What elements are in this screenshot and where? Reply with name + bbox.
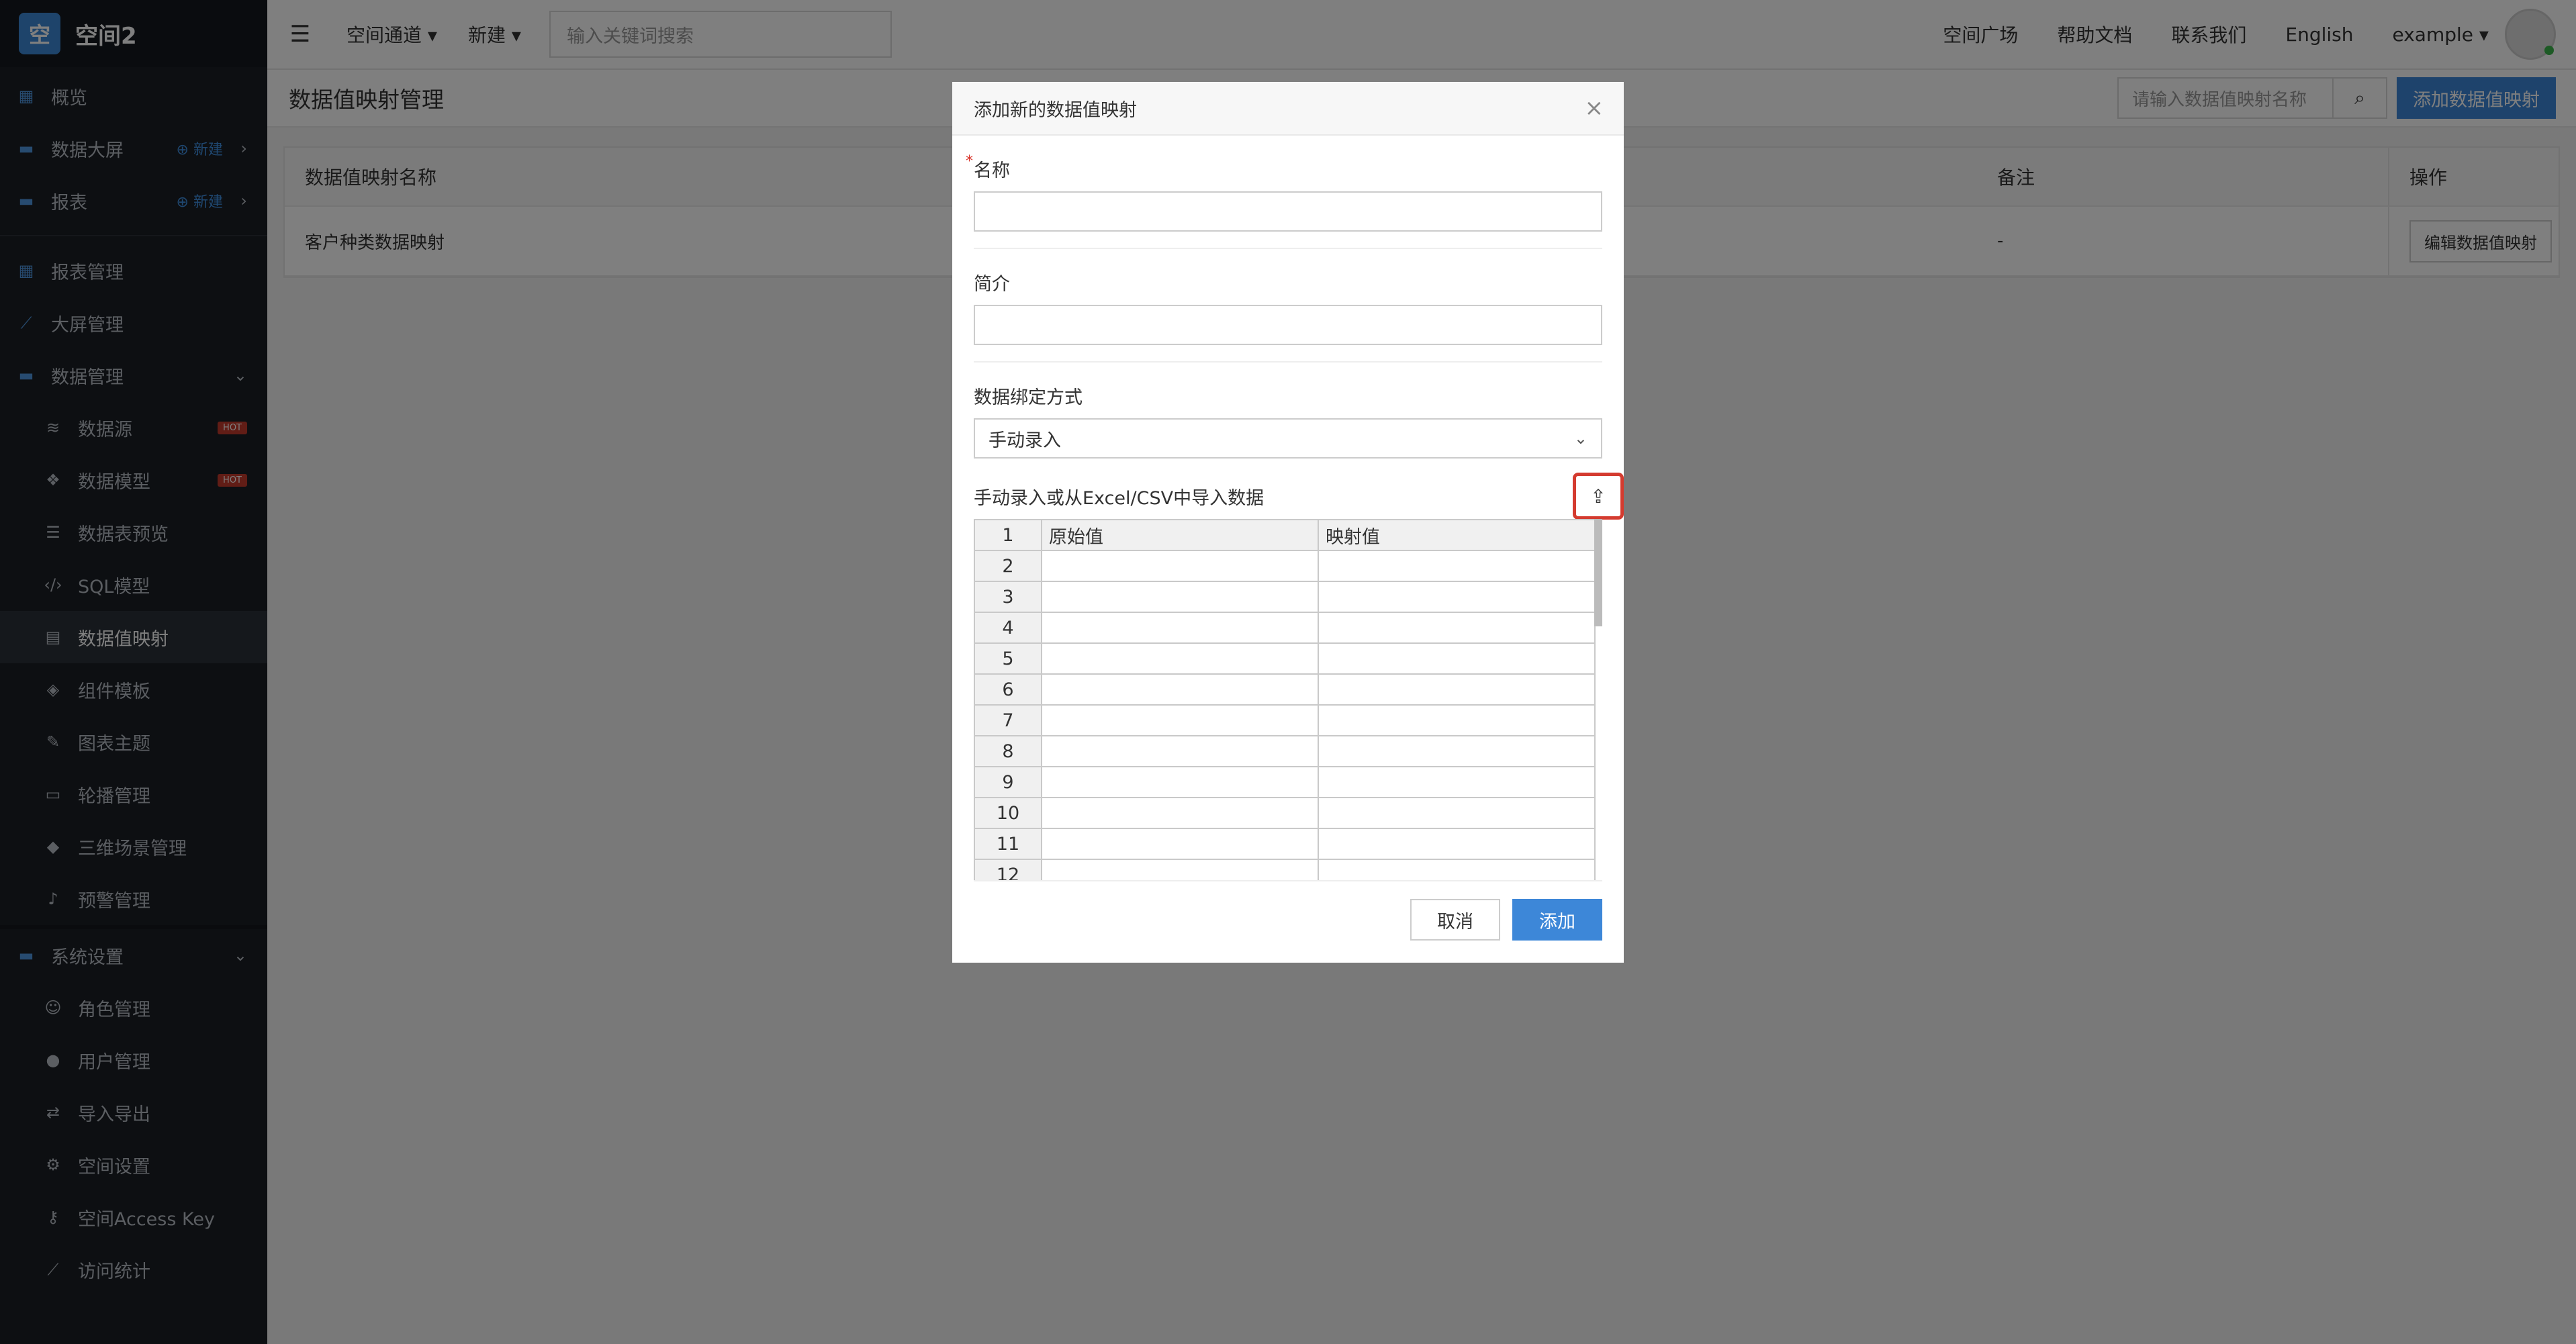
grid-row: 12 xyxy=(974,859,1596,880)
grid-cell[interactable] xyxy=(1318,828,1596,860)
grid-header-row: 1 原始值 映射值 xyxy=(974,519,1596,551)
name-label: * 名称 xyxy=(966,153,1010,181)
description-input[interactable] xyxy=(974,305,1602,345)
row-number: 1 xyxy=(974,519,1042,551)
grid-cell[interactable] xyxy=(1041,859,1319,880)
mapping-grid[interactable]: 1 原始值 映射值 2 3 4 5 6 7 8 9 10 11 12 xyxy=(974,519,1602,881)
binding-field-group: 数据绑定方式 手动录入 ⌄ xyxy=(974,363,1602,459)
name-input[interactable] xyxy=(974,191,1602,232)
grid-cell[interactable] xyxy=(1041,581,1319,613)
dialog-footer: 取消 添加 xyxy=(952,881,1624,941)
upload-button[interactable]: ⇪ xyxy=(1573,473,1624,520)
grid-row: 11 xyxy=(974,828,1596,860)
dialog-body: * 名称 简介 数据绑定方式 手动录入 ⌄ 手动录入或从Excel/CSV中导入… xyxy=(952,136,1624,881)
grid-cell[interactable] xyxy=(1041,828,1319,860)
row-number: 12 xyxy=(974,859,1042,880)
grid-row: 10 xyxy=(974,797,1596,829)
dialog-header: 添加新的数据值映射 × xyxy=(952,82,1624,136)
grid-row: 5 xyxy=(974,642,1596,675)
row-number: 9 xyxy=(974,766,1042,798)
row-number: 2 xyxy=(974,550,1042,582)
grid-cell[interactable] xyxy=(1041,735,1319,767)
required-mark: * xyxy=(966,153,973,170)
close-icon[interactable]: × xyxy=(1585,95,1604,122)
row-number: 10 xyxy=(974,797,1042,829)
grid-cell[interactable] xyxy=(1041,673,1319,706)
grid-cell[interactable] xyxy=(1318,766,1596,798)
row-number: 11 xyxy=(974,828,1042,860)
grid-cell[interactable] xyxy=(1318,581,1596,613)
add-button[interactable]: 添加 xyxy=(1512,899,1602,941)
grid-header-mapped: 映射值 xyxy=(1318,519,1596,551)
import-row: 手动录入或从Excel/CSV中导入数据 ⇪ xyxy=(974,473,1624,520)
grid-header-original: 原始值 xyxy=(1041,519,1319,551)
dialog-title: 添加新的数据值映射 xyxy=(974,99,1137,121)
grid-cell[interactable] xyxy=(1318,612,1596,644)
grid-cell[interactable] xyxy=(1041,766,1319,798)
grid-cell[interactable] xyxy=(1318,735,1596,767)
row-number: 4 xyxy=(974,612,1042,644)
row-number: 3 xyxy=(974,581,1042,613)
grid-cell[interactable] xyxy=(1318,673,1596,706)
desc-field-group: 简介 xyxy=(974,249,1602,363)
grid-cell[interactable] xyxy=(1041,704,1319,736)
chevron-down-icon: ⌄ xyxy=(1573,429,1588,448)
grid-cell[interactable] xyxy=(1041,642,1319,675)
upload-icon: ⇪ xyxy=(1590,485,1606,508)
grid-scrollbar[interactable] xyxy=(1594,519,1602,626)
grid-cell[interactable] xyxy=(1318,550,1596,582)
binding-select[interactable]: 手动录入 ⌄ xyxy=(974,418,1602,459)
grid-row: 9 xyxy=(974,766,1596,798)
grid-cell[interactable] xyxy=(1041,550,1319,582)
grid-row: 7 xyxy=(974,704,1596,736)
add-mapping-dialog: 添加新的数据值映射 × * 名称 简介 数据绑定方式 手动录入 ⌄ 手动录入或从… xyxy=(952,82,1624,963)
cancel-button[interactable]: 取消 xyxy=(1410,899,1500,941)
binding-label: 数据绑定方式 xyxy=(974,387,1083,408)
grid-row: 8 xyxy=(974,735,1596,767)
grid-cell[interactable] xyxy=(1318,704,1596,736)
grid-row: 3 xyxy=(974,581,1596,613)
row-number: 6 xyxy=(974,673,1042,706)
grid-cell[interactable] xyxy=(1318,642,1596,675)
row-number: 8 xyxy=(974,735,1042,767)
desc-label: 简介 xyxy=(974,274,1010,295)
grid-cell[interactable] xyxy=(1318,859,1596,880)
grid-cell[interactable] xyxy=(1041,797,1319,829)
import-label: 手动录入或从Excel/CSV中导入数据 xyxy=(974,487,1264,509)
mapping-grid-table: 1 原始值 映射值 2 3 4 5 6 7 8 9 10 11 12 xyxy=(974,519,1596,880)
grid-row: 4 xyxy=(974,612,1596,644)
name-field-group: * 名称 xyxy=(966,136,1602,249)
grid-row: 6 xyxy=(974,673,1596,706)
row-number: 5 xyxy=(974,642,1042,675)
row-number: 7 xyxy=(974,704,1042,736)
grid-cell[interactable] xyxy=(1041,612,1319,644)
grid-row: 2 xyxy=(974,550,1596,582)
grid-cell[interactable] xyxy=(1318,797,1596,829)
